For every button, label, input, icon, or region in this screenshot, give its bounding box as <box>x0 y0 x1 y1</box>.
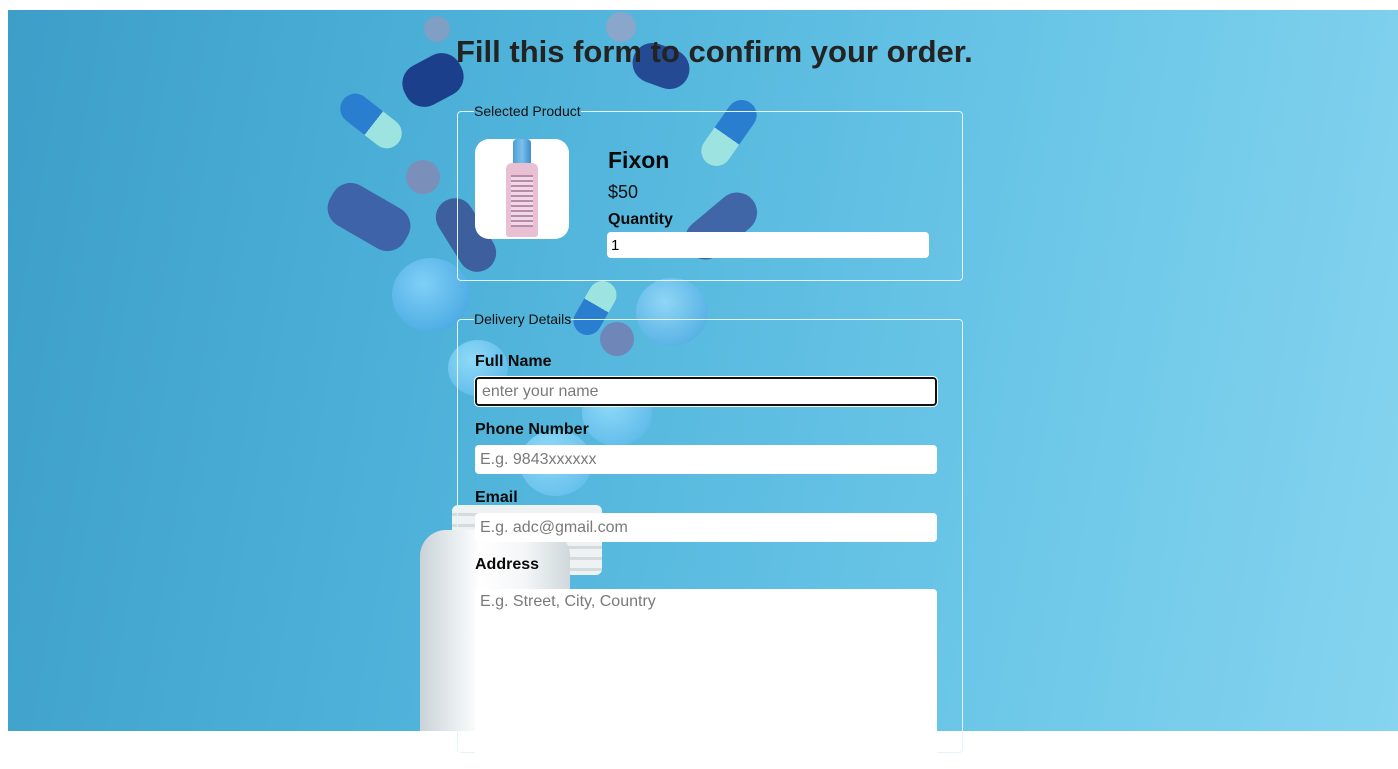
quantity-input[interactable] <box>607 232 929 258</box>
address-textarea[interactable] <box>475 589 937 769</box>
product-price: $50 <box>608 182 639 202</box>
delivery-details-legend: Delivery Details <box>474 311 572 327</box>
address-label: Address <box>475 556 540 573</box>
page-title: Fill this form to confirm your order. <box>456 34 973 69</box>
selected-product-section: Selected Product Fixon $50 Quantity <box>457 103 963 281</box>
full-name-label: Full Name <box>475 353 552 370</box>
phone-number-label: Phone Number <box>475 421 589 438</box>
product-name: Fixon <box>608 147 670 173</box>
full-name-input[interactable] <box>474 376 938 407</box>
phone-number-input[interactable] <box>475 445 937 474</box>
quantity-label: Quantity <box>608 211 673 228</box>
email-label: Email <box>475 489 518 506</box>
email-input[interactable] <box>475 513 937 542</box>
selected-product-legend: Selected Product <box>474 103 581 119</box>
delivery-details-section: Delivery Details Full Name Phone Number … <box>457 311 963 769</box>
medicine-bottle-image <box>475 139 569 239</box>
